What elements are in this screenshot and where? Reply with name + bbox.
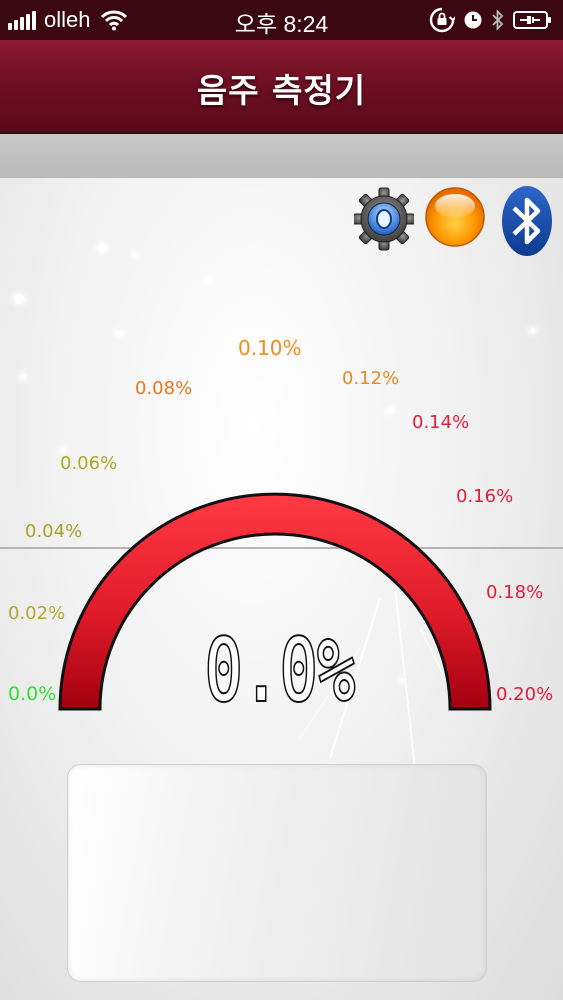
gauge-tick-label: 0.20% bbox=[496, 684, 554, 705]
page-title: 음주 측정기 bbox=[196, 71, 367, 110]
bac-readout-value: 0.0% bbox=[205, 622, 355, 712]
gauge-tick-label: 0.02% bbox=[8, 603, 66, 624]
gauge-tick-label: 0.0% bbox=[8, 683, 57, 705]
battery-charging-icon bbox=[513, 11, 551, 29]
bluetooth-icon bbox=[492, 9, 504, 31]
result-panel bbox=[67, 764, 487, 982]
status-bar: olleh 오후 8:24 bbox=[0, 0, 563, 40]
bac-readout: 0.0% bbox=[203, 622, 357, 712]
nav-header: 음주 측정기 bbox=[0, 40, 563, 134]
gauge-tick-label: 0.16% bbox=[456, 486, 514, 507]
alarm-icon bbox=[464, 11, 482, 29]
gauge-tick-label: 0.08% bbox=[135, 378, 193, 399]
gauge-tick-label: 0.18% bbox=[486, 582, 544, 603]
gauge-tick-label: 0.12% bbox=[342, 368, 400, 389]
sub-toolbar bbox=[0, 134, 563, 178]
main-content: 0.0% 0.02% 0.04% 0.06% 0.08% 0.10% 0.12% 0.14% 0… bbox=[0, 178, 563, 1000]
gauge-tick-label: 0.10% bbox=[238, 336, 302, 360]
gauge-tick-label: 0.06% bbox=[60, 453, 118, 474]
gauge-tick-label: 0.04% bbox=[25, 521, 83, 542]
gauge-tick-label: 0.14% bbox=[412, 412, 470, 433]
rotation-lock-icon bbox=[429, 7, 455, 33]
status-right bbox=[429, 6, 553, 34]
